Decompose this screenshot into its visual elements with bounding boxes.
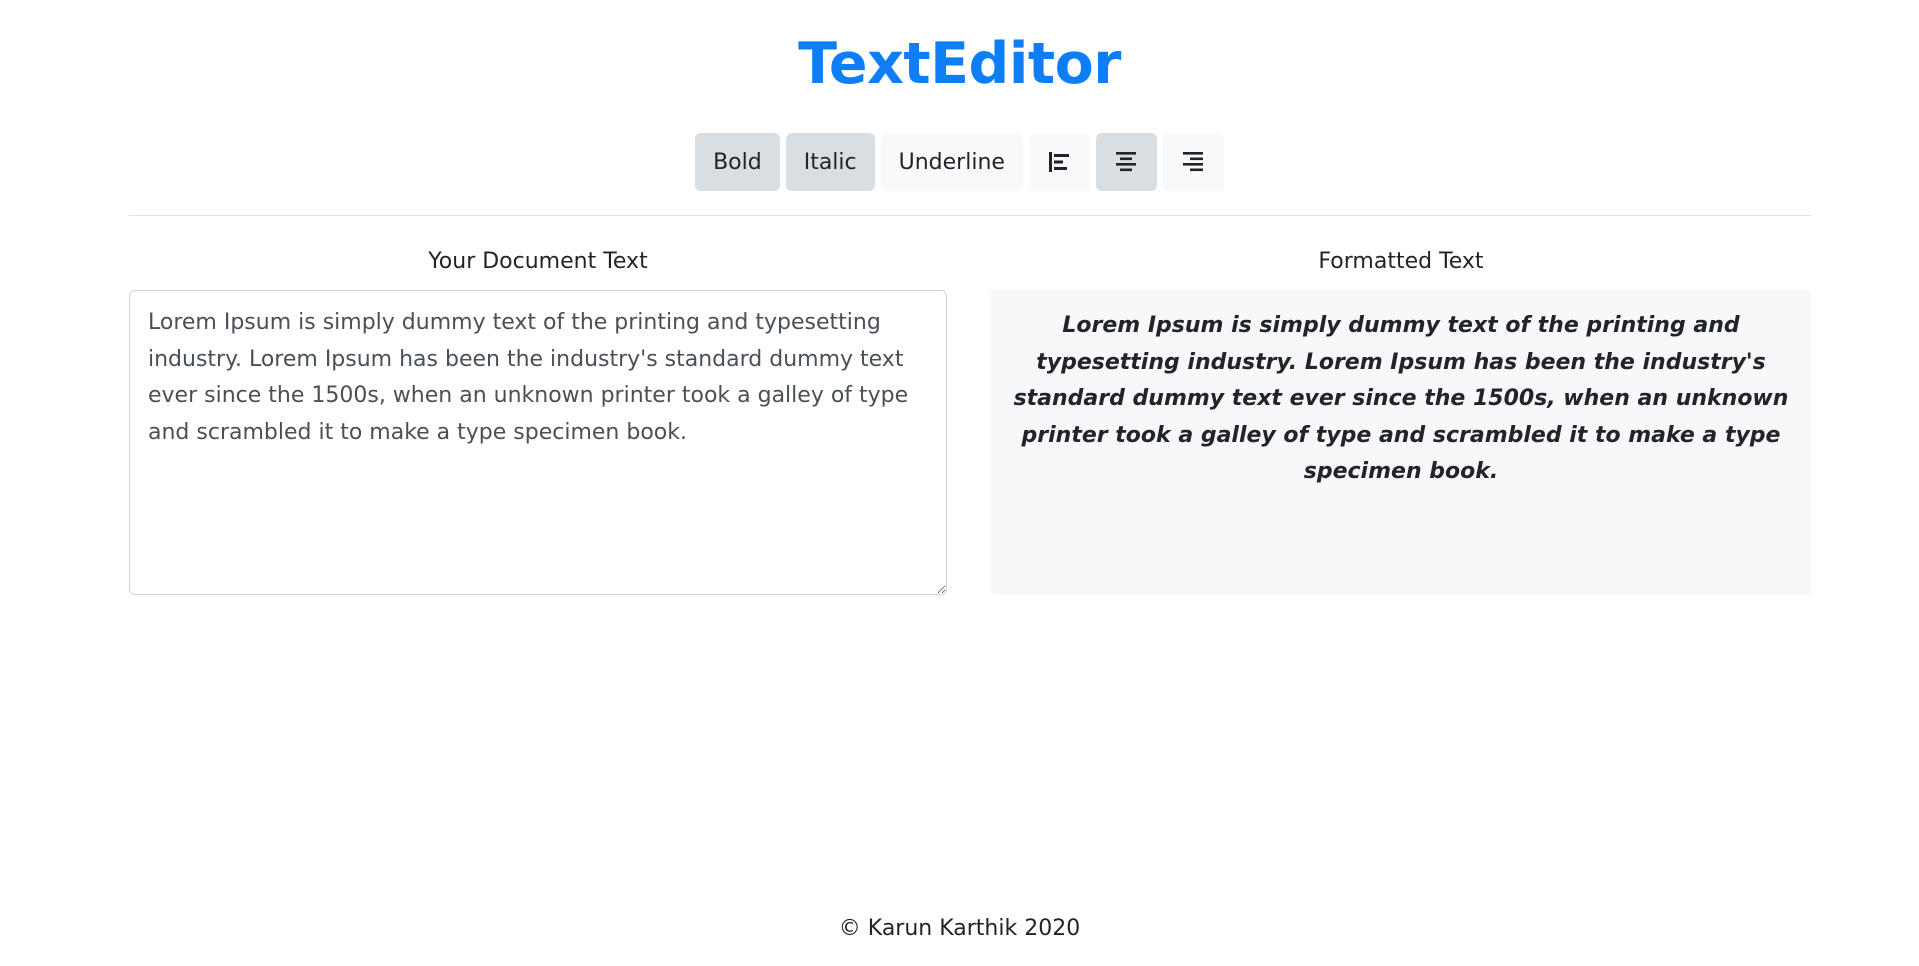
align-left-button[interactable]	[1028, 133, 1090, 191]
divider	[129, 215, 1811, 216]
align-right-button[interactable]	[1162, 133, 1224, 191]
formatting-toolbar: Bold Italic Underline	[0, 133, 1919, 191]
document-text-input[interactable]: Lorem Ipsum is simply dummy text of the …	[129, 290, 947, 595]
align-left-icon	[1049, 152, 1070, 172]
italic-button[interactable]: Italic	[785, 133, 875, 191]
bold-button[interactable]: Bold	[695, 133, 780, 191]
page: TextEditor Bold Italic Underline Your Do…	[0, 0, 1919, 966]
align-right-icon	[1183, 152, 1204, 172]
align-center-icon	[1116, 152, 1137, 172]
app-title: TextEditor	[798, 31, 1121, 97]
preview-label: Formatted Text	[1318, 249, 1484, 274]
formatted-text-preview: Lorem Ipsum is simply dummy text of the …	[991, 290, 1811, 595]
align-center-button[interactable]	[1095, 133, 1157, 191]
underline-button[interactable]: Underline	[880, 133, 1023, 191]
footer-copyright: © Karun Karthik 2020	[838, 916, 1081, 941]
editor-label: Your Document Text	[428, 249, 648, 274]
